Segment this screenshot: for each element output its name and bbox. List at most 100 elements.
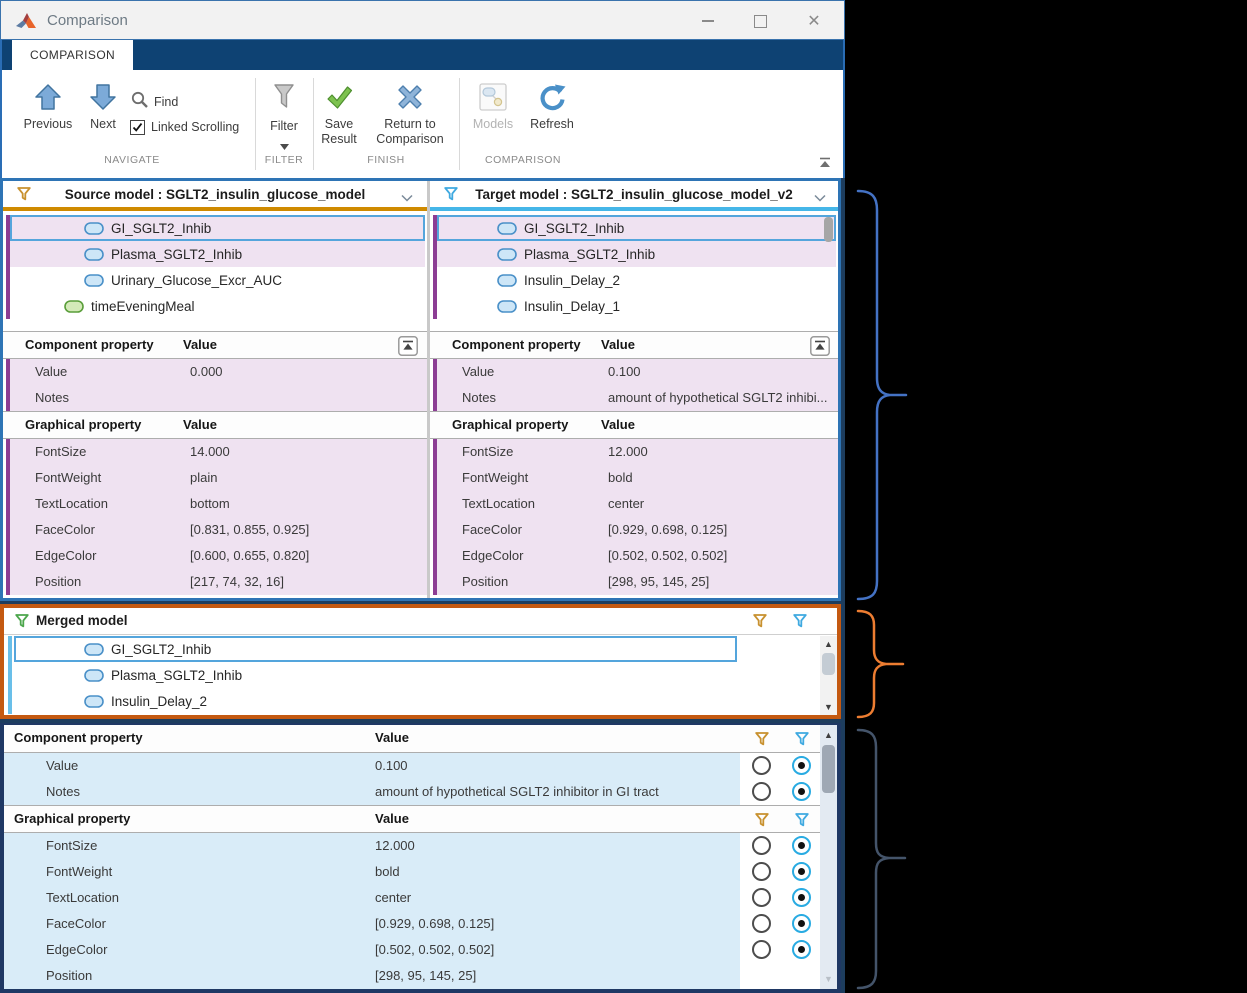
merged-filter-funnel-icon — [14, 613, 30, 634]
minimize-button[interactable] — [693, 9, 723, 33]
source-pane: Source model : SGLT2_insulin_glucose_mod… — [3, 181, 427, 598]
source-model-dropdown-chevron-icon[interactable] — [401, 190, 413, 205]
group-label-comparison: COMPARISON — [460, 154, 586, 166]
source-list-item[interactable]: Plasma_SGLT2_Inhib — [10, 241, 425, 267]
property-row[interactable]: FontSize 14.000 — [10, 439, 427, 465]
toolbar-separator — [313, 78, 314, 170]
source-choice-radio[interactable] — [752, 914, 771, 933]
refresh-button[interactable]: Refresh — [526, 82, 578, 132]
property-row[interactable]: Position [217, 74, 32, 16] — [10, 569, 427, 595]
property-row[interactable]: Value 0.000 — [10, 359, 427, 385]
target-model-dropdown-chevron-icon[interactable] — [814, 190, 826, 205]
details-property-row: Notes amount of hypothetical SGLT2 inhib… — [4, 779, 837, 805]
scroll-up-icon[interactable]: ▲ — [820, 727, 837, 743]
scroll-up-icon[interactable]: ▲ — [820, 636, 837, 652]
maximize-button[interactable] — [745, 9, 775, 33]
source-list-item[interactable]: GI_SGLT2_Inhib — [10, 215, 425, 241]
previous-arrow-icon — [33, 99, 63, 116]
property-row[interactable]: FontWeight plain — [10, 465, 427, 491]
tab-comparison[interactable]: COMPARISON — [12, 40, 133, 70]
find-button[interactable]: Find — [130, 90, 178, 114]
property-row[interactable]: Notes amount of hypothetical SGLT2 inhib… — [437, 385, 838, 411]
filter-dropdown-arrow-icon — [260, 137, 308, 155]
details-scrollbar[interactable]: ▲ ▼ — [820, 725, 837, 989]
parameter-icon — [64, 300, 84, 313]
choose-target-funnel-icon[interactable] — [794, 812, 810, 833]
target-choice-radio[interactable] — [792, 888, 811, 907]
target-graphical-table-header: Graphical property Value — [430, 411, 838, 439]
choose-source-funnel-icon[interactable] — [754, 812, 770, 833]
source-list-item[interactable]: timeEveningMeal — [10, 293, 425, 319]
choose-target-funnel-icon[interactable] — [794, 731, 810, 752]
minimize-icon — [702, 20, 714, 22]
source-choice-radio[interactable] — [752, 940, 771, 959]
property-row[interactable]: Notes — [10, 385, 427, 411]
target-list-item[interactable]: GI_SGLT2_Inhib — [437, 215, 836, 241]
target-choice-radio[interactable] — [792, 862, 811, 881]
target-choice-radio[interactable] — [792, 914, 811, 933]
collapse-table-icon — [398, 336, 418, 356]
property-row[interactable]: FaceColor [0.831, 0.855, 0.925] — [10, 517, 427, 543]
models-button[interactable]: Models — [466, 82, 520, 132]
source-component-table-header: Component property Value — [3, 331, 427, 359]
merged-source-funnel-icon[interactable] — [752, 613, 768, 634]
details-scrollbar-thumb[interactable] — [822, 745, 835, 793]
source-choice-radio[interactable] — [752, 782, 771, 801]
previous-button[interactable]: Previous — [22, 82, 74, 132]
merged-list-item[interactable]: GI_SGLT2_Inhib — [14, 636, 737, 662]
return-x-icon — [395, 99, 425, 116]
source-choice-radio[interactable] — [752, 888, 771, 907]
return-to-comparison-button[interactable]: Return to Comparison — [366, 82, 454, 147]
merged-list-item[interactable]: Plasma_SGLT2_Inhib — [14, 662, 737, 688]
merged-scrollbar[interactable]: ▲ ▼ — [820, 636, 837, 715]
source-list-item[interactable]: Urinary_Glucose_Excr_AUC — [10, 267, 425, 293]
property-row[interactable]: FontWeight bold — [437, 465, 838, 491]
source-choice-radio[interactable] — [752, 862, 771, 881]
filter-button[interactable]: Filter — [260, 82, 308, 155]
species-icon — [84, 695, 104, 708]
target-choice-radio[interactable] — [792, 940, 811, 959]
target-list-scrollbar-thumb[interactable] — [824, 217, 833, 242]
target-model-header[interactable]: Target model : SGLT2_insulin_glucose_mod… — [430, 181, 838, 208]
choose-source-funnel-icon[interactable] — [754, 731, 770, 752]
property-row[interactable]: Value 0.100 — [437, 359, 838, 385]
next-button[interactable]: Next — [82, 82, 124, 132]
collapse-table-icon — [810, 336, 830, 356]
matlab-logo-icon — [15, 11, 37, 36]
close-button[interactable]: ✕ — [799, 9, 829, 33]
target-choice-radio[interactable] — [792, 782, 811, 801]
species-icon — [84, 274, 104, 287]
merged-scrollbar-thumb[interactable] — [822, 653, 835, 675]
property-row[interactable]: EdgeColor [0.502, 0.502, 0.502] — [437, 543, 838, 569]
next-arrow-icon — [88, 99, 118, 116]
collapse-table-button[interactable] — [810, 336, 830, 356]
target-list-item[interactable]: Insulin_Delay_2 — [437, 267, 836, 293]
target-choice-radio[interactable] — [792, 836, 811, 855]
property-row[interactable]: FaceColor [0.929, 0.698, 0.125] — [437, 517, 838, 543]
collapse-ribbon-button[interactable] — [818, 156, 832, 174]
target-accent-underline — [430, 207, 838, 211]
target-list-item[interactable]: Insulin_Delay_1 — [437, 293, 836, 319]
target-list-item[interactable]: Plasma_SGLT2_Inhib — [437, 241, 836, 267]
merged-selection-bar — [8, 636, 12, 714]
property-row[interactable]: FontSize 12.000 — [437, 439, 838, 465]
save-check-icon — [324, 99, 354, 116]
linked-scrolling-checkbox[interactable]: Linked Scrolling — [130, 120, 239, 135]
merged-list-item[interactable]: Insulin_Delay_2 — [14, 688, 737, 714]
property-row[interactable]: TextLocation bottom — [10, 491, 427, 517]
save-result-button[interactable]: Save Result — [316, 82, 362, 147]
property-row[interactable]: EdgeColor [0.600, 0.655, 0.820] — [10, 543, 427, 569]
scroll-down-icon[interactable]: ▼ — [820, 699, 837, 715]
merged-target-funnel-icon[interactable] — [792, 613, 808, 634]
source-model-header[interactable]: Source model : SGLT2_insulin_glucose_mod… — [3, 181, 427, 208]
source-choice-radio[interactable] — [752, 756, 771, 775]
property-row[interactable]: Position [298, 95, 145, 25] — [437, 569, 838, 595]
annotation-brace-details — [858, 730, 905, 988]
species-icon — [497, 248, 517, 261]
filter-funnel-icon — [268, 101, 300, 118]
property-row[interactable]: TextLocation center — [437, 491, 838, 517]
scroll-down-icon[interactable]: ▼ — [820, 971, 837, 987]
source-choice-radio[interactable] — [752, 836, 771, 855]
target-choice-radio[interactable] — [792, 756, 811, 775]
collapse-table-button[interactable] — [398, 336, 418, 356]
